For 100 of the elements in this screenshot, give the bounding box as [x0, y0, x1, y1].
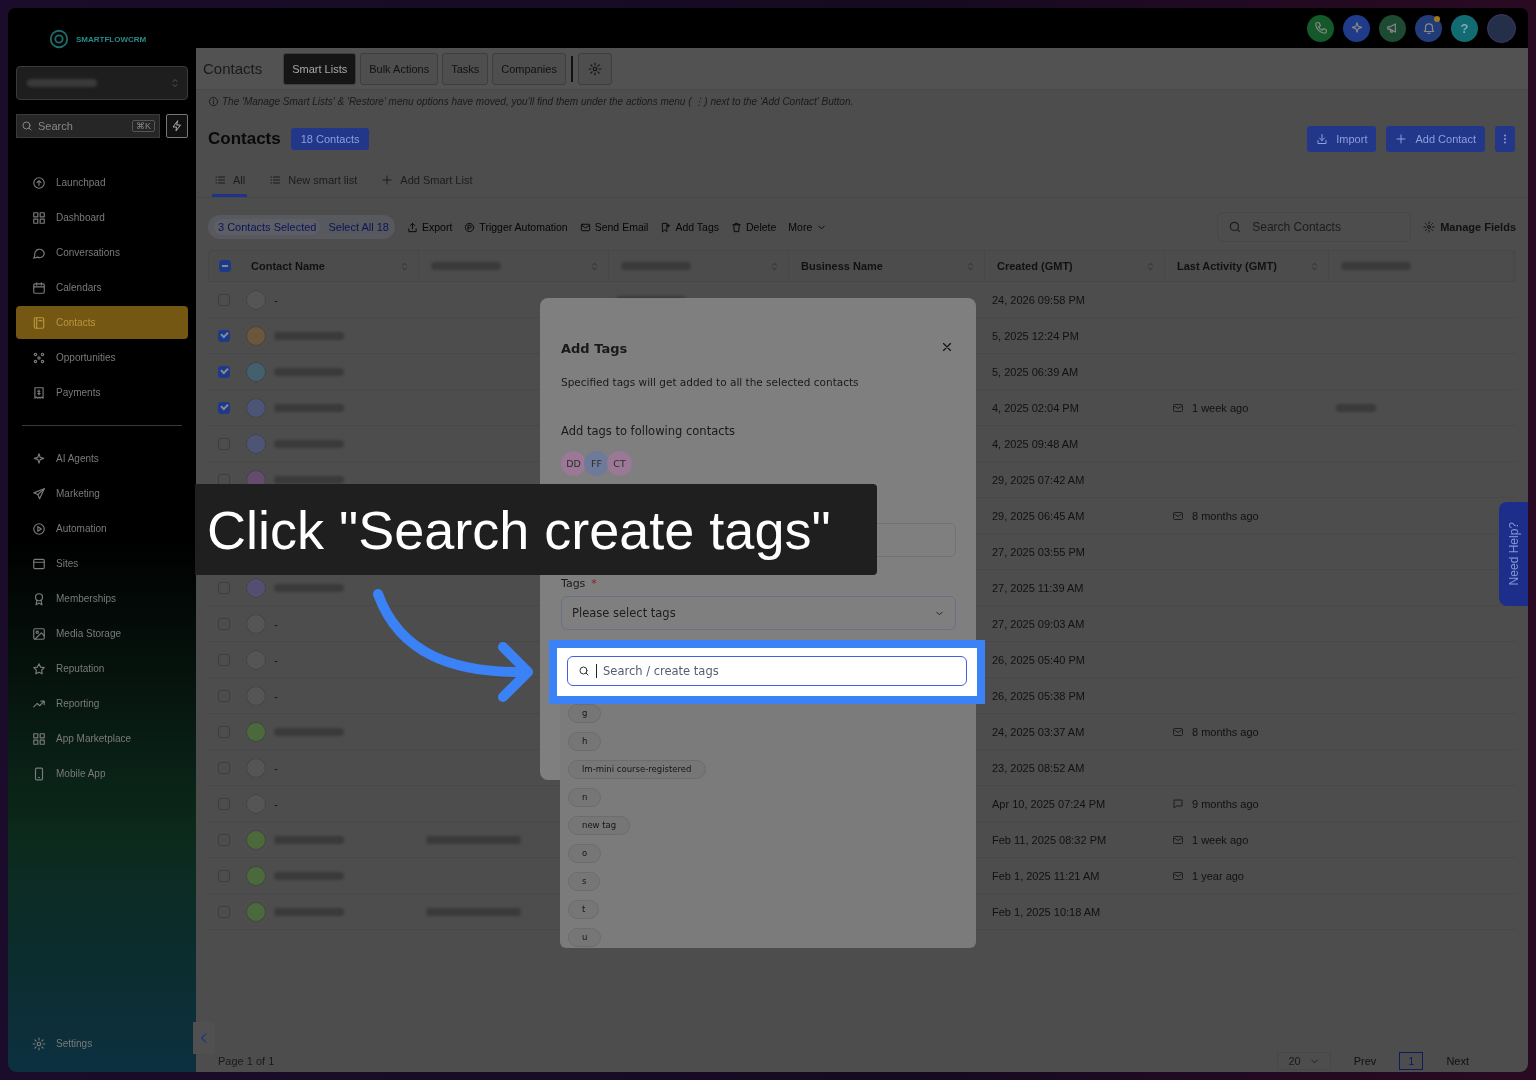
browser-icon — [32, 556, 46, 571]
sparkle-button[interactable] — [1343, 14, 1370, 42]
quick-action-button[interactable] — [166, 114, 188, 138]
table-cell: - — [274, 293, 278, 306]
toolbar-action[interactable]: Delete — [731, 221, 777, 233]
table-cell: 1 week ago — [1192, 401, 1249, 414]
toolbar-action[interactable]: Add Tags — [660, 221, 719, 233]
sort-icon[interactable] — [589, 260, 600, 272]
sidebar-item[interactable]: Mobile App — [16, 757, 188, 790]
receipt-icon — [32, 385, 46, 400]
select-all-checkbox[interactable] — [219, 260, 231, 272]
play-circle-icon — [32, 521, 46, 536]
table-cell: 27, 2025 03:55 PM — [992, 545, 1085, 558]
row-checkbox[interactable] — [218, 329, 230, 342]
add-contact-button[interactable]: Add Contact — [1386, 126, 1485, 152]
manage-fields-button[interactable]: Manage Fields — [1423, 221, 1516, 233]
sidebar-item[interactable]: Settings — [16, 1027, 188, 1060]
megaphone-button[interactable] — [1379, 14, 1406, 42]
toolbar-action[interactable]: Trigger Automation — [464, 221, 568, 233]
search-field[interactable]: Search ⌘K — [16, 114, 160, 138]
sort-icon[interactable] — [769, 260, 780, 272]
toolbar-action[interactable]: More — [788, 221, 828, 233]
table-cell: Apr 10, 2025 07:24 PM — [992, 797, 1106, 810]
tag-option[interactable]: g — [568, 704, 602, 723]
sort-icon[interactable] — [399, 260, 410, 272]
tag-option[interactable]: h — [568, 732, 602, 751]
sidebar-item[interactable]: Payments — [16, 376, 188, 409]
sidebar-item[interactable]: Opportunities — [16, 341, 188, 374]
toolbar-action[interactable]: Send Email — [579, 221, 649, 233]
sidebar-item[interactable]: Contacts — [16, 306, 188, 339]
table-cell: - — [274, 653, 278, 666]
tag-option[interactable]: new tag — [568, 816, 631, 835]
select-all-link[interactable]: Select All 18 — [328, 219, 389, 235]
sidebar-item[interactable]: Memberships — [16, 582, 188, 615]
help-tab[interactable]: Need Help? — [1499, 502, 1528, 606]
tag-option[interactable]: u — [568, 928, 602, 947]
search-tags-field[interactable]: Search / create tags — [567, 656, 967, 686]
sparkle-icon — [32, 451, 46, 466]
plus-icon — [1395, 133, 1408, 145]
avatar[interactable] — [1487, 13, 1516, 43]
sidebar-item[interactable]: Conversations — [16, 236, 188, 269]
table-cell: 8 months ago — [1192, 725, 1259, 738]
import-button[interactable]: Import — [1307, 126, 1377, 152]
info-icon — [208, 96, 219, 107]
tab[interactable]: Smart Lists — [283, 52, 357, 85]
logo-text: SMARTFLOWCRM — [76, 34, 147, 44]
tag-option[interactable]: lm-mini course-registered — [568, 760, 706, 779]
smartphone-icon — [32, 766, 46, 781]
settings-button[interactable] — [577, 52, 612, 85]
row-checkbox[interactable] — [218, 401, 230, 414]
sidebar-item[interactable]: Automation — [16, 512, 188, 545]
table-cell: 1 year ago — [1192, 869, 1244, 882]
column-header[interactable]: Last Activity (GMT) — [1177, 260, 1277, 272]
tags-select[interactable]: Please select tags — [561, 596, 956, 630]
sidebar-item[interactable]: App Marketplace — [16, 722, 188, 755]
more-button[interactable] — [1495, 126, 1515, 152]
prev-button[interactable]: Prev — [1344, 1052, 1386, 1070]
phone-button[interactable] — [1307, 14, 1334, 42]
column-header[interactable]: Created (GMT) — [997, 260, 1073, 272]
sidebar-item[interactable]: Sites — [16, 547, 188, 580]
tag-option[interactable]: o — [568, 844, 602, 863]
column-header[interactable]: Business Name — [801, 260, 883, 272]
bell-button[interactable] — [1415, 14, 1442, 42]
tab[interactable]: Bulk Actions — [360, 52, 439, 85]
toolbar-action[interactable]: Export — [407, 221, 453, 233]
sidebar-item[interactable]: Launchpad — [16, 166, 188, 199]
tab[interactable]: Companies — [492, 52, 566, 85]
row-checkbox[interactable] — [218, 365, 230, 378]
sidebar-item[interactable]: Dashboard — [16, 201, 188, 234]
tag-option[interactable]: s — [568, 872, 601, 891]
account-switcher[interactable] — [16, 66, 188, 100]
sort-icon[interactable] — [965, 260, 976, 272]
book-icon — [32, 315, 46, 330]
mail-icon — [579, 221, 591, 233]
sidebar-item[interactable]: Calendars — [16, 271, 188, 304]
table-cell: 27, 2025 09:03 AM — [992, 617, 1085, 630]
search-icon — [1228, 220, 1243, 234]
tab[interactable]: Tasks — [442, 52, 489, 85]
tag-option[interactable]: n — [568, 788, 602, 807]
sidebar-item[interactable]: Media Storage — [16, 617, 188, 650]
sparkle-icon — [1349, 21, 1364, 35]
image-icon — [32, 626, 46, 641]
next-button[interactable]: Next — [1437, 1052, 1478, 1070]
sidebar-item[interactable]: AI Agents — [16, 442, 188, 475]
sidebar-item[interactable]: Reputation — [16, 652, 188, 685]
sort-icon[interactable] — [1145, 260, 1156, 272]
sidebar-item[interactable]: Reporting — [16, 687, 188, 720]
field-label: Tags — [561, 577, 586, 590]
avatar: CT — [607, 451, 632, 476]
sidebar-item[interactable]: Marketing — [16, 477, 188, 510]
tag-option[interactable]: t — [568, 900, 600, 919]
table-cell: 5, 2025 06:39 AM — [992, 365, 1079, 378]
settings-icon — [587, 61, 602, 76]
sort-icon[interactable] — [1309, 260, 1320, 272]
star-icon — [32, 661, 46, 676]
help-button[interactable]: ? — [1451, 14, 1478, 42]
table-cell: 4, 2025 09:48 AM — [992, 437, 1079, 450]
grid-icon — [32, 210, 46, 225]
column-header[interactable]: Contact Name — [251, 260, 325, 272]
page-title: Contacts — [208, 129, 281, 149]
